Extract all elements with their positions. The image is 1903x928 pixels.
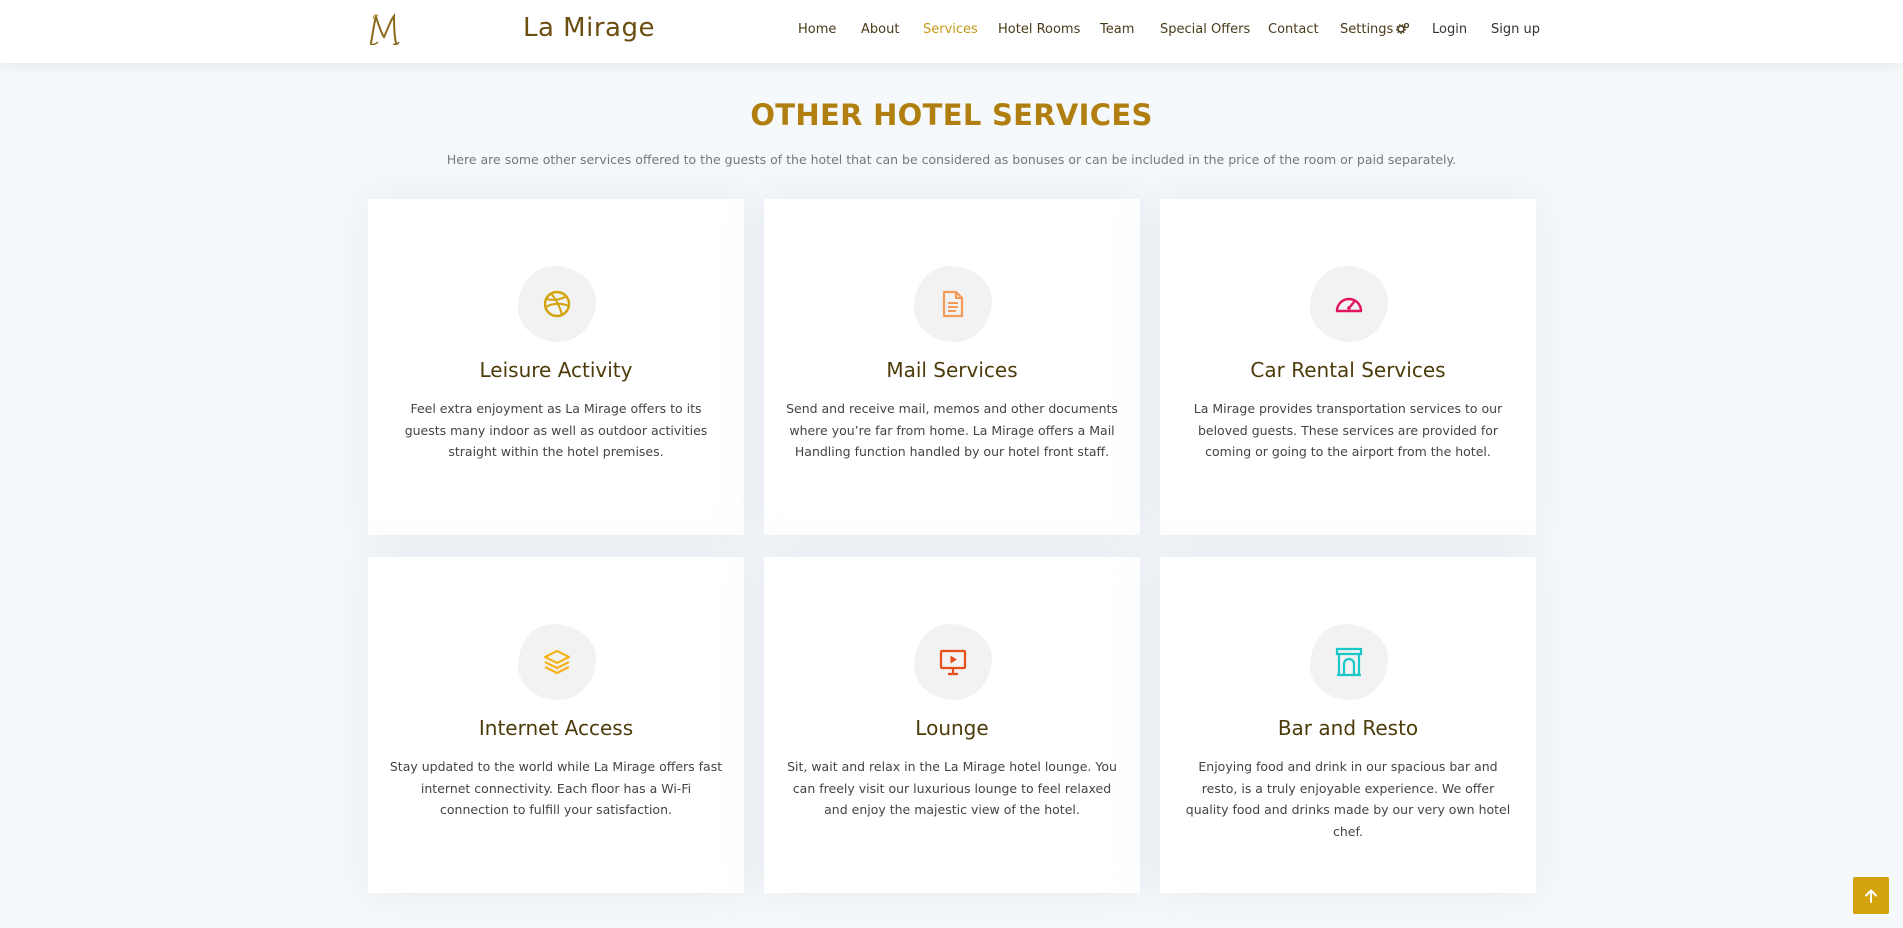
site-header: La Mirage Home About Services Hotel Room… bbox=[0, 0, 1903, 63]
service-title: Lounge bbox=[915, 716, 989, 740]
section-subtitle: Here are some other services offered to … bbox=[446, 152, 1457, 167]
nav-contact[interactable]: Contact bbox=[1268, 22, 1319, 37]
section-title: OTHER HOTEL SERVICES bbox=[750, 98, 1153, 132]
service-title: Leisure Activity bbox=[479, 358, 633, 382]
service-card-bar-resto[interactable]: Bar and Resto Enjoying food and drink in… bbox=[1160, 557, 1536, 893]
nav-services[interactable]: Services bbox=[923, 22, 978, 37]
nav-signup[interactable]: Sign up bbox=[1491, 22, 1540, 37]
arrow-up-icon bbox=[1865, 889, 1877, 903]
service-description: Sit, wait and relax in the La Mirage hot… bbox=[787, 759, 1117, 817]
document-icon bbox=[942, 290, 964, 318]
service-description: Enjoying food and drink in our spacious … bbox=[1185, 759, 1511, 839]
service-description: Stay updated to the world while La Mirag… bbox=[389, 759, 723, 817]
icon-blob bbox=[914, 266, 992, 342]
speedometer-icon bbox=[1335, 297, 1363, 313]
service-card-car-rental[interactable]: Car Rental Services La Mirage provides t… bbox=[1160, 199, 1536, 535]
service-title: Internet Access bbox=[478, 716, 634, 740]
icon-blob bbox=[1310, 266, 1388, 342]
icon-blob bbox=[518, 624, 596, 700]
service-title: Bar and Resto bbox=[1277, 716, 1419, 740]
nav-settings-label: Settings bbox=[1340, 22, 1394, 37]
service-description: Feel extra enjoyment as La Mirage offers… bbox=[404, 401, 708, 459]
presentation-icon bbox=[939, 649, 967, 676]
service-card-internet[interactable]: Internet Access Stay updated to the worl… bbox=[368, 557, 744, 893]
layers-icon bbox=[543, 649, 571, 675]
icon-blob bbox=[1310, 624, 1388, 700]
service-description: La Mirage provides transportation servic… bbox=[1193, 401, 1503, 459]
nav-hotel-rooms[interactable]: Hotel Rooms bbox=[998, 22, 1080, 37]
service-description: Send and receive mail, memos and other d… bbox=[786, 401, 1118, 459]
nav-special-offers[interactable]: Special Offers bbox=[1160, 22, 1250, 37]
nav-login[interactable]: Login bbox=[1432, 22, 1467, 37]
service-card-lounge[interactable]: Lounge Sit, wait and relax in the La Mir… bbox=[764, 557, 1140, 893]
nav-home[interactable]: Home bbox=[798, 22, 836, 37]
back-to-top-button[interactable] bbox=[1853, 877, 1889, 914]
icon-blob bbox=[518, 266, 596, 342]
gears-icon bbox=[1396, 22, 1410, 34]
arch-icon bbox=[1335, 647, 1363, 677]
service-title: Mail Services bbox=[886, 358, 1018, 382]
dribbble-icon bbox=[543, 290, 571, 318]
service-card-leisure[interactable]: Leisure Activity Feel extra enjoyment as… bbox=[368, 199, 744, 535]
icon-blob bbox=[914, 624, 992, 700]
main-nav: Home About Services Hotel Rooms Team Spe… bbox=[0, 22, 1903, 42]
service-card-mail[interactable]: Mail Services Send and receive mail, mem… bbox=[764, 199, 1140, 535]
service-title: Car Rental Services bbox=[1250, 358, 1446, 382]
nav-settings[interactable]: Settings bbox=[1340, 22, 1410, 37]
nav-team[interactable]: Team bbox=[1100, 22, 1134, 37]
nav-about[interactable]: About bbox=[861, 22, 899, 37]
